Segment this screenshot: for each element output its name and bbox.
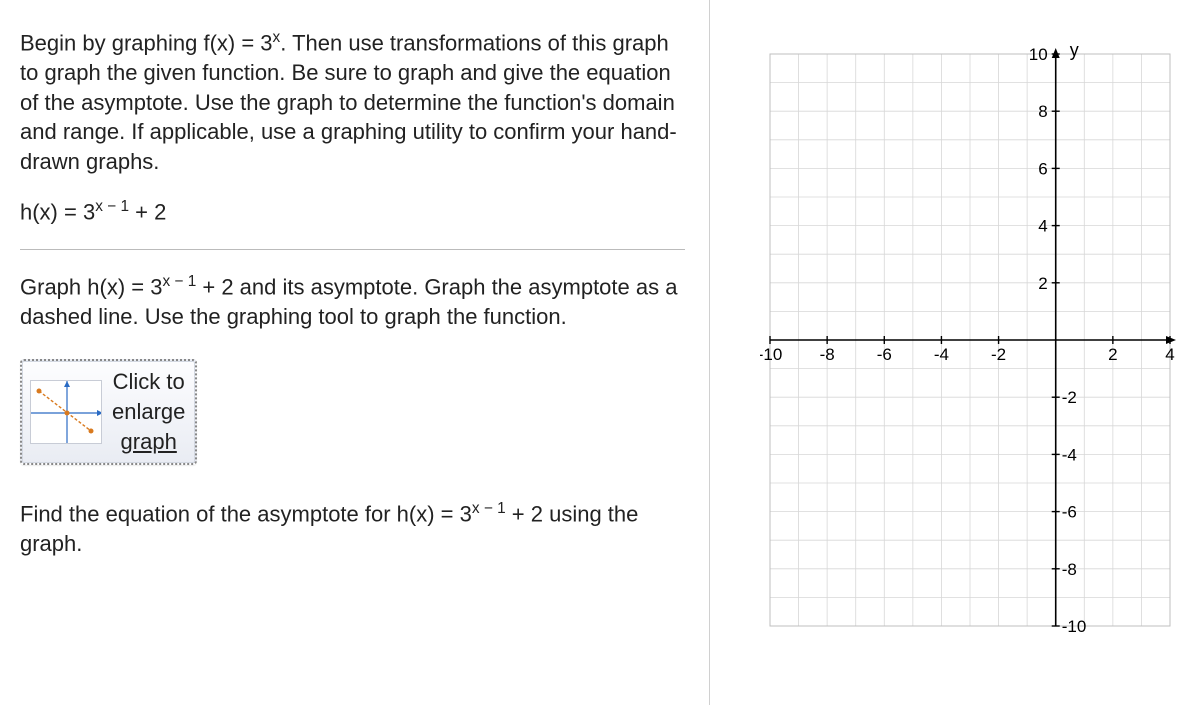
problem-panel: Begin by graphing f(x) = 3x. Then use tr…	[0, 0, 710, 705]
find-sup: x − 1	[472, 500, 506, 517]
intro-text-a: Begin by graphing f(x) = 3	[20, 30, 273, 55]
svg-text:6: 6	[1038, 159, 1047, 178]
svg-text:-4: -4	[934, 345, 949, 364]
svg-text:-2: -2	[1062, 388, 1077, 407]
instr-a: Graph h(x) = 3	[20, 274, 162, 299]
svg-text:2: 2	[1108, 345, 1117, 364]
svg-text:-4: -4	[1062, 445, 1077, 464]
svg-text:-6: -6	[877, 345, 892, 364]
svg-text:10: 10	[1029, 45, 1048, 64]
svg-text:-10: -10	[1062, 617, 1087, 636]
btn-line1: Click to	[112, 367, 185, 397]
graph-instruction: Graph h(x) = 3x − 1 + 2 and its asymptot…	[20, 272, 685, 332]
function-definition: h(x) = 3x − 1 + 2	[20, 197, 685, 227]
coordinate-plane[interactable]: -10 -8 -6 -4 -2 2 4 -10 -8 -6 -4 -2 2 4 6 8 10 y	[760, 40, 1180, 640]
graph-panel: -10 -8 -6 -4 -2 2 4 -10 -8 -6 -4 -2 2 4 6 8 10 y	[710, 0, 1188, 705]
plane-svg: -10 -8 -6 -4 -2 2 4 -10 -8 -6 -4 -2 2 4 6 8 10 y	[760, 40, 1180, 640]
graph-thumbnail	[30, 380, 102, 444]
fn-rhs: + 2	[129, 199, 166, 224]
divider	[20, 249, 685, 250]
svg-text:-10: -10	[760, 345, 782, 364]
svg-text:4: 4	[1038, 217, 1047, 236]
svg-text:-8: -8	[1062, 560, 1077, 579]
btn-line2: enlarge	[112, 397, 185, 427]
enlarge-graph-label: Click to enlarge graph	[112, 367, 185, 456]
svg-text:-6: -6	[1062, 503, 1077, 522]
btn-line3: graph	[112, 427, 185, 457]
enlarge-graph-button[interactable]: Click to enlarge graph	[20, 359, 197, 464]
svg-text:-8: -8	[820, 345, 835, 364]
svg-text:2: 2	[1038, 274, 1047, 293]
svg-text:y: y	[1070, 40, 1079, 60]
svg-text:8: 8	[1038, 102, 1047, 121]
find-asymptote-prompt: Find the equation of the asymptote for h…	[20, 499, 685, 559]
fn-sup: x − 1	[95, 198, 129, 215]
fn-lhs: h(x) = 3	[20, 199, 95, 224]
instr-sup: x − 1	[162, 273, 196, 290]
svg-text:-2: -2	[991, 345, 1006, 364]
find-a: Find the equation of the asymptote for h…	[20, 501, 472, 526]
problem-intro: Begin by graphing f(x) = 3x. Then use tr…	[20, 28, 685, 177]
svg-text:4: 4	[1165, 345, 1174, 364]
